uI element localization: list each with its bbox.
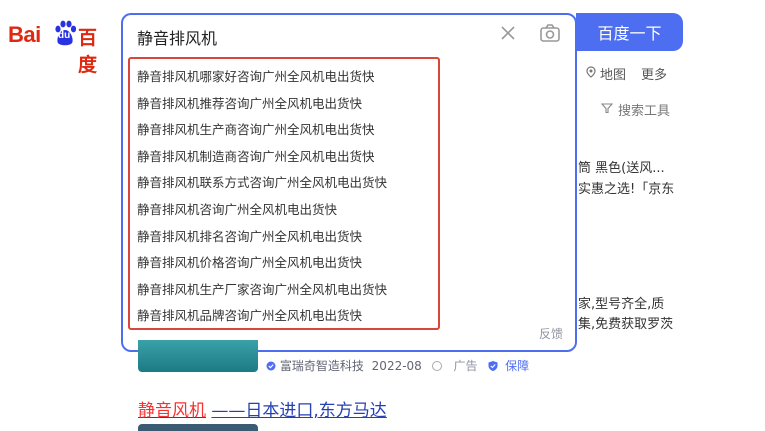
suggestion-item[interactable]: 静音排风机排名咨询广州全风机电出货快 bbox=[137, 224, 387, 251]
suggestion-item[interactable]: 静音排风机咨询广州全风机电出货快 bbox=[137, 197, 387, 224]
ad-meta: 富瑞奇智造科技 2022-08 广告 保障 bbox=[266, 357, 529, 374]
search-button[interactable]: 百度一下 bbox=[576, 13, 683, 51]
logo-text-bai: Bai bbox=[8, 22, 41, 47]
tab-more[interactable]: 更多 bbox=[641, 64, 667, 83]
result-title-highlight: 静音风机 bbox=[138, 401, 206, 421]
result-snippet-fragment: 集,免费获取罗茨 bbox=[578, 317, 674, 332]
verified-icon bbox=[266, 361, 276, 371]
camera-icon[interactable] bbox=[539, 22, 561, 44]
suggestion-item[interactable]: 静音排风机价格咨询广州全风机电出货快 bbox=[137, 250, 387, 277]
suggestion-list: 静音排风机哪家好咨询广州全风机电出货快 静音排风机推荐咨询广州全风机电出货快 静… bbox=[137, 64, 387, 330]
result-title-rest[interactable]: ——日本进口,东方马达 bbox=[211, 401, 386, 421]
ad-company[interactable]: 富瑞奇智造科技 bbox=[280, 359, 364, 373]
map-pin-icon bbox=[586, 66, 596, 78]
suggestion-item[interactable]: 静音排风机推荐咨询广州全风机电出货快 bbox=[137, 91, 387, 118]
info-icon[interactable] bbox=[431, 361, 442, 371]
result-thumbnail[interactable] bbox=[138, 340, 258, 372]
ad-date: 2022-08 bbox=[371, 359, 422, 373]
result-snippet-fragment: 筒 黑色(送风... bbox=[578, 161, 665, 176]
baidu-logo[interactable]: Bai du 百度 bbox=[8, 18, 108, 76]
result-title-link[interactable]: 静音风机 ——日本进口,东方马达 bbox=[138, 396, 387, 421]
suggestion-item[interactable]: 静音排风机哪家好咨询广州全风机电出货快 bbox=[137, 64, 387, 91]
result-thumbnail[interactable] bbox=[138, 424, 258, 431]
tab-map[interactable]: 地图 bbox=[600, 64, 626, 83]
guarantee-badge[interactable]: 保障 bbox=[505, 359, 529, 373]
result-snippet-fragment: 家,型号齐全,质 bbox=[578, 297, 665, 312]
logo-text-cn: 百度 bbox=[78, 27, 98, 76]
close-icon[interactable] bbox=[499, 24, 517, 42]
ad-label: 广告 bbox=[453, 359, 478, 373]
result-title-anchor[interactable]: 静音风机 bbox=[138, 401, 206, 421]
feedback-link[interactable]: 反馈 bbox=[539, 325, 563, 342]
suggestion-item[interactable]: 静音排风机生产厂家咨询广州全风机电出货快 bbox=[137, 277, 387, 304]
suggestion-item[interactable]: 静音排风机联系方式咨询广州全风机电出货快 bbox=[137, 170, 387, 197]
suggestion-item[interactable]: 静音排风机生产商咨询广州全风机电出货快 bbox=[137, 117, 387, 144]
search-tools-link[interactable]: 搜索工具 bbox=[618, 100, 670, 119]
shield-icon bbox=[488, 361, 498, 371]
result-snippet-fragment: 实惠之选!「京东 bbox=[578, 182, 675, 197]
filter-icon bbox=[601, 103, 613, 114]
search-box[interactable]: 静音排风机 静音排风机哪家好咨询广州全风机电出货快 静音排风机推荐咨询广州全风机… bbox=[121, 13, 577, 352]
result-title-text: ——日本进口,东方马达 bbox=[211, 401, 387, 421]
search-input[interactable]: 静音排风机 bbox=[137, 25, 217, 49]
suggestion-item[interactable]: 静音排风机制造商咨询广州全风机电出货快 bbox=[137, 144, 387, 171]
logo-text-du: du bbox=[58, 30, 71, 41]
suggestion-item[interactable]: 静音排风机品牌咨询广州全风机电出货快 bbox=[137, 303, 387, 330]
